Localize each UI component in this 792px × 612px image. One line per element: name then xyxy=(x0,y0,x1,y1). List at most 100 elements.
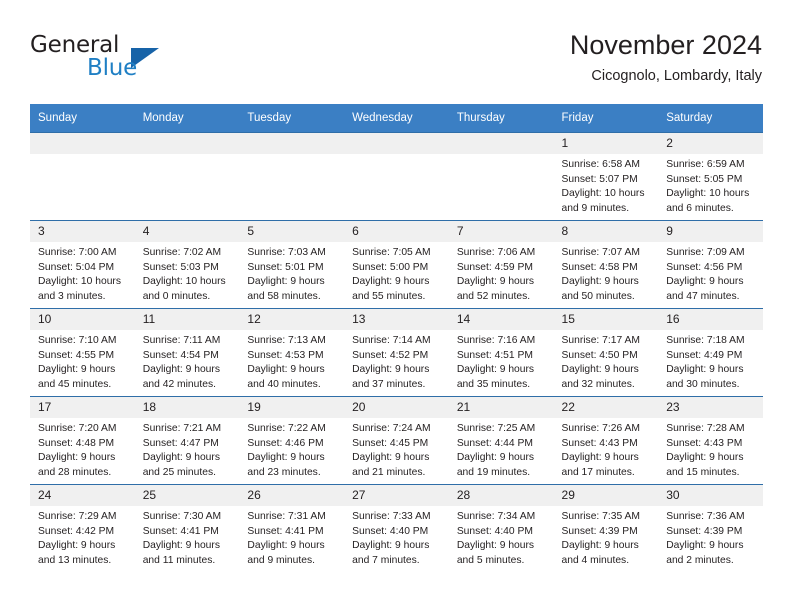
calendar-day-cell[interactable]: 23 Sunrise: 7:28 AM Sunset: 4:43 PM Dayligh… xyxy=(658,396,763,485)
sunset-text: Sunset: 4:45 PM xyxy=(352,437,429,449)
day-number xyxy=(344,133,449,154)
daylight-text-line1: Daylight: 9 hours xyxy=(666,540,744,552)
sunrise-text: Sunrise: 6:58 AM xyxy=(561,159,640,170)
calendar-day-cell[interactable]: 18 Sunrise: 7:21 AM Sunset: 4:47 PM Dayligh… xyxy=(134,396,240,485)
calendar-day-cell[interactable]: 20 Sunrise: 7:24 AM Sunset: 4:45 PM Dayligh… xyxy=(344,396,449,485)
day-number: 12 xyxy=(239,309,345,330)
calendar-day-cell[interactable]: 24 Sunrise: 7:29 AM Sunset: 4:42 PM Dayligh… xyxy=(30,484,135,573)
sunset-text: Sunset: 4:53 PM xyxy=(247,349,324,361)
day-number: 26 xyxy=(239,485,345,506)
sunset-text: Sunset: 4:46 PM xyxy=(247,437,324,449)
day-number: 24 xyxy=(30,485,135,506)
calendar-day-cell[interactable]: 17 Sunrise: 7:20 AM Sunset: 4:48 PM Dayligh… xyxy=(30,396,135,485)
sunset-text: Sunset: 4:42 PM xyxy=(38,525,115,537)
daylight-text-line1: Daylight: 9 hours xyxy=(561,452,639,464)
calendar-day-cell[interactable]: 12 Sunrise: 7:13 AM Sunset: 4:53 PM Dayligh… xyxy=(239,308,345,397)
calendar-day-cell[interactable]: 2 Sunrise: 6:59 AM Sunset: 5:05 PM Daylight… xyxy=(658,132,763,221)
sunrise-text: Sunrise: 7:21 AM xyxy=(142,423,222,434)
day-number xyxy=(134,133,240,154)
daylight-text-line2: and 32 minutes. xyxy=(561,378,635,390)
daylight-text-line1: Daylight: 9 hours xyxy=(247,276,325,288)
day-details: Sunrise: 7:22 AM Sunset: 4:46 PM Daylight:… xyxy=(239,418,344,480)
calendar-day-cell-empty xyxy=(344,132,449,221)
calendar-day-cell[interactable]: 3 Sunrise: 7:00 AM Sunset: 5:04 PM Daylight… xyxy=(30,220,135,309)
sunset-text: Sunset: 4:47 PM xyxy=(142,437,219,449)
calendar-day-cell[interactable]: 15 Sunrise: 7:17 AM Sunset: 4:50 PM Dayligh… xyxy=(553,308,659,397)
daylight-text-line2: and 55 minutes. xyxy=(352,290,426,302)
sunset-text: Sunset: 4:44 PM xyxy=(456,437,533,449)
day-number: 14 xyxy=(448,309,554,330)
day-details: Sunrise: 7:29 AM Sunset: 4:42 PM Daylight:… xyxy=(30,506,135,568)
calendar-day-cell[interactable]: 14 Sunrise: 7:16 AM Sunset: 4:51 PM Dayligh… xyxy=(448,308,554,397)
daylight-text-line1: Daylight: 9 hours xyxy=(142,364,220,376)
calendar-day-cell[interactable]: 6 Sunrise: 7:05 AM Sunset: 5:00 PM Daylight… xyxy=(344,220,449,309)
daylight-text-line1: Daylight: 9 hours xyxy=(456,276,535,288)
calendar-day-cell[interactable]: 29 Sunrise: 7:35 AM Sunset: 4:39 PM Dayligh… xyxy=(553,484,659,573)
weekday-header-wednesday: Wednesday xyxy=(344,104,449,133)
day-number: 21 xyxy=(448,397,554,418)
calendar-day-cell[interactable]: 25 Sunrise: 7:30 AM Sunset: 4:41 PM Dayligh… xyxy=(134,484,240,573)
day-number: 28 xyxy=(448,485,554,506)
daylight-text-line1: Daylight: 9 hours xyxy=(352,276,430,288)
calendar-day-cell[interactable]: 26 Sunrise: 7:31 AM Sunset: 4:41 PM Dayligh… xyxy=(239,484,345,573)
daylight-text-line1: Daylight: 9 hours xyxy=(142,540,220,552)
weekday-header-saturday: Saturday xyxy=(658,104,763,133)
calendar-day-cell[interactable]: 27 Sunrise: 7:33 AM Sunset: 4:40 PM Dayligh… xyxy=(344,484,449,573)
calendar-day-cell[interactable]: 10 Sunrise: 7:10 AM Sunset: 4:55 PM Dayligh… xyxy=(30,308,135,397)
day-number: 30 xyxy=(658,485,763,506)
day-number: 20 xyxy=(344,397,449,418)
sunset-text: Sunset: 4:54 PM xyxy=(142,349,219,361)
sunset-text: Sunset: 4:52 PM xyxy=(352,349,429,361)
sunset-text: Sunset: 5:01 PM xyxy=(247,261,324,273)
daylight-text-line1: Daylight: 9 hours xyxy=(352,540,430,552)
day-details: Sunrise: 7:10 AM Sunset: 4:55 PM Daylight:… xyxy=(30,330,135,392)
calendar-day-cell[interactable]: 11 Sunrise: 7:11 AM Sunset: 4:54 PM Dayligh… xyxy=(134,308,240,397)
calendar-day-cell[interactable]: 4 Sunrise: 7:02 AM Sunset: 5:03 PM Daylight… xyxy=(134,220,240,309)
daylight-text-line1: Daylight: 9 hours xyxy=(38,364,116,376)
day-details: Sunrise: 7:20 AM Sunset: 4:48 PM Daylight:… xyxy=(30,418,135,480)
daylight-text-line2: and 42 minutes. xyxy=(142,378,216,390)
calendar-day-cell[interactable]: 9 Sunrise: 7:09 AM Sunset: 4:56 PM Daylight… xyxy=(658,220,763,309)
weekday-header-friday: Friday xyxy=(553,104,659,133)
daylight-text-line2: and 6 minutes. xyxy=(666,202,734,214)
sunset-text: Sunset: 4:49 PM xyxy=(666,349,743,361)
calendar-day-cell[interactable]: 7 Sunrise: 7:06 AM Sunset: 4:59 PM Daylight… xyxy=(448,220,554,309)
calendar-day-cell[interactable]: 5 Sunrise: 7:03 AM Sunset: 5:01 PM Daylight… xyxy=(239,220,345,309)
sunset-text: Sunset: 4:43 PM xyxy=(561,437,638,449)
daylight-text-line1: Daylight: 9 hours xyxy=(352,364,430,376)
calendar-day-cell[interactable]: 8 Sunrise: 7:07 AM Sunset: 4:58 PM Daylight… xyxy=(553,220,659,309)
day-details: Sunrise: 7:24 AM Sunset: 4:45 PM Daylight:… xyxy=(344,418,449,480)
day-details: Sunrise: 7:05 AM Sunset: 5:00 PM Daylight:… xyxy=(344,242,449,304)
sunset-text: Sunset: 4:55 PM xyxy=(38,349,115,361)
day-details: Sunrise: 7:00 AM Sunset: 5:04 PM Daylight:… xyxy=(30,242,135,304)
calendar-day-cell[interactable]: 19 Sunrise: 7:22 AM Sunset: 4:46 PM Dayligh… xyxy=(239,396,345,485)
sunset-text: Sunset: 4:48 PM xyxy=(38,437,115,449)
daylight-text-line1: Daylight: 10 hours xyxy=(142,276,226,288)
calendar-day-cell[interactable]: 30 Sunrise: 7:36 AM Sunset: 4:39 PM Dayligh… xyxy=(658,484,763,573)
calendar-week-row: 24 Sunrise: 7:29 AM Sunset: 4:42 PM Dayligh… xyxy=(30,484,763,573)
sunset-text: Sunset: 4:56 PM xyxy=(666,261,743,273)
daylight-text-line1: Daylight: 9 hours xyxy=(666,364,744,376)
calendar-day-cell[interactable]: 22 Sunrise: 7:26 AM Sunset: 4:43 PM Dayligh… xyxy=(553,396,659,485)
sunset-text: Sunset: 4:40 PM xyxy=(456,525,533,537)
calendar-day-cell[interactable]: 28 Sunrise: 7:34 AM Sunset: 4:40 PM Dayligh… xyxy=(448,484,554,573)
daylight-text-line1: Daylight: 9 hours xyxy=(247,364,325,376)
calendar-container: Sunday Monday Tuesday Wednesday Thursday Frid… xyxy=(30,104,763,573)
day-number: 11 xyxy=(134,309,240,330)
calendar-day-cell-empty xyxy=(448,132,554,221)
calendar-day-cell[interactable]: 1 Sunrise: 6:58 AM Sunset: 5:07 PM Daylight… xyxy=(553,132,659,221)
calendar-day-cell[interactable]: 13 Sunrise: 7:14 AM Sunset: 4:52 PM Dayligh… xyxy=(344,308,449,397)
general-blue-logo[interactable]: General Blue xyxy=(30,32,250,90)
sunrise-text: Sunrise: 6:59 AM xyxy=(666,159,745,170)
sunset-text: Sunset: 5:00 PM xyxy=(352,261,429,273)
calendar-day-cell[interactable]: 16 Sunrise: 7:18 AM Sunset: 4:49 PM Dayligh… xyxy=(658,308,763,397)
daylight-text-line2: and 15 minutes. xyxy=(666,466,740,478)
daylight-text-line2: and 45 minutes. xyxy=(38,378,112,390)
daylight-text-line2: and 2 minutes. xyxy=(666,554,734,566)
daylight-text-line1: Daylight: 9 hours xyxy=(352,452,430,464)
sunrise-text: Sunrise: 7:18 AM xyxy=(666,335,745,346)
sunrise-text: Sunrise: 7:26 AM xyxy=(561,423,640,434)
calendar-day-cell[interactable]: 21 Sunrise: 7:25 AM Sunset: 4:44 PM Dayligh… xyxy=(448,396,554,485)
day-number xyxy=(30,133,135,154)
daylight-text-line2: and 9 minutes. xyxy=(561,202,630,214)
